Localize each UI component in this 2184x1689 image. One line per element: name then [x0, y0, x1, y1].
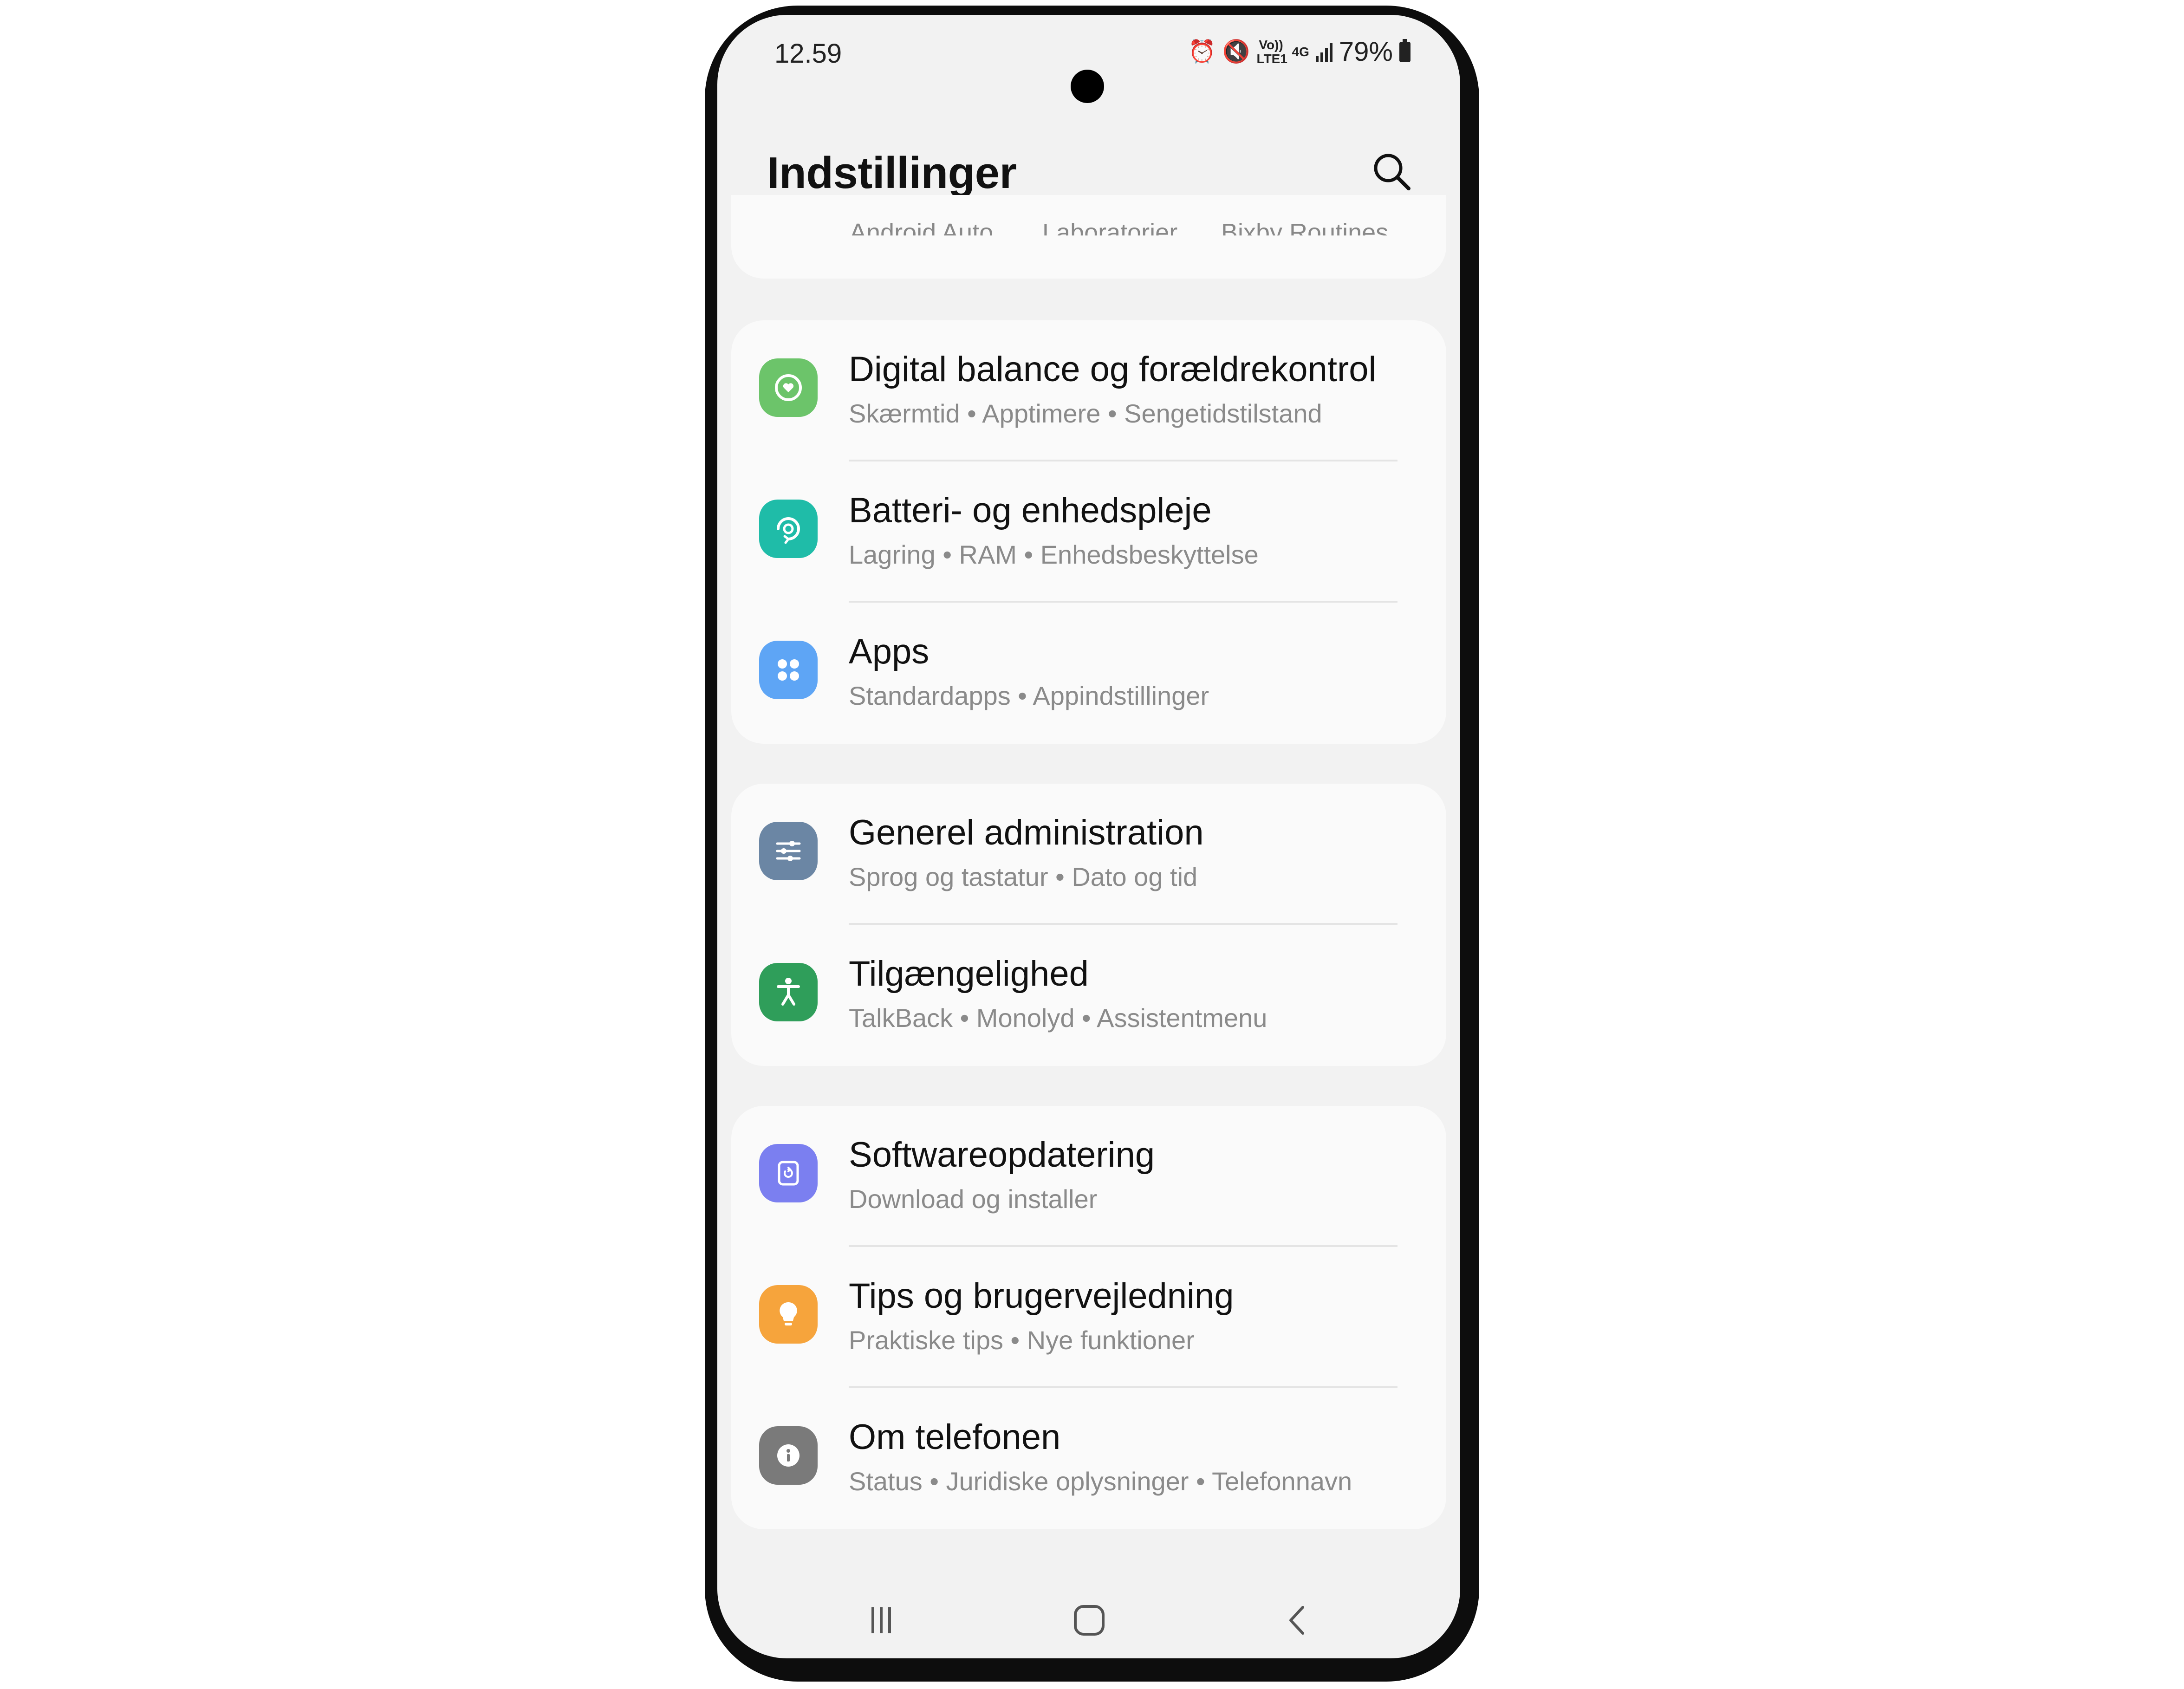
info-icon	[759, 1426, 818, 1485]
network-label: 4G	[1292, 44, 1309, 59]
status-time: 12.59	[774, 39, 842, 69]
previous-group-card	[731, 195, 1446, 279]
settings-item-accessibility[interactable]: Tilgængelighed TalkBack • Monolyd • Assi…	[731, 925, 1446, 1066]
item-subtitle: TalkBack • Monolyd • Assistentmenu	[849, 1003, 1268, 1033]
settings-group-2: Generel administration Sprog og tastatur…	[731, 784, 1446, 1066]
device-care-icon	[759, 500, 818, 558]
mute-icon: 🔇	[1222, 39, 1250, 64]
item-title: Om telefonen	[849, 1417, 1061, 1457]
settings-item-apps[interactable]: Apps Standardapps • Appindstillinger	[731, 603, 1446, 744]
search-button[interactable]	[1370, 149, 1414, 194]
item-subtitle: Standardapps • Appindstillinger	[849, 681, 1209, 710]
item-title: Tilgængelighed	[849, 954, 1089, 994]
item-subtitle: Skærmtid • Apptimere • Sengetidstilstand	[849, 399, 1322, 428]
item-title: Apps	[849, 632, 930, 671]
alarm-icon: ⏰	[1188, 39, 1216, 64]
battery-percent: 79%	[1339, 37, 1393, 67]
tips-lightbulb-icon	[759, 1285, 818, 1344]
accessibility-icon	[759, 963, 818, 1021]
home-button[interactable]	[1061, 1597, 1117, 1644]
item-subtitle: Lagring • RAM • Enhedsbeskyttelse	[849, 540, 1259, 569]
settings-item-general-management[interactable]: Generel administration Sprog og tastatur…	[731, 784, 1446, 925]
settings-group-1: Digital balance og forældrekontrol Skærm…	[731, 320, 1446, 744]
item-title: Tips og brugervejledning	[849, 1276, 1234, 1316]
general-management-icon	[759, 822, 818, 880]
settings-item-software-update[interactable]: Softwareopdatering Download og installer	[731, 1106, 1446, 1247]
search-icon	[1374, 154, 1410, 190]
item-title: Batteri- og enhedspleje	[849, 491, 1212, 530]
recents-icon	[871, 1607, 891, 1633]
apps-icon	[759, 641, 818, 699]
item-subtitle: Download og installer	[849, 1184, 1098, 1214]
page-title: Indstillinger	[767, 148, 1017, 198]
item-subtitle: Sprog og tastatur • Dato og tid	[849, 862, 1198, 891]
signal-icon	[1315, 42, 1332, 62]
digital-wellbeing-icon	[759, 358, 818, 417]
volte-label: Vo)) LTE1	[1256, 38, 1287, 66]
settings-item-digital-balance[interactable]: Digital balance og forældrekontrol Skærm…	[731, 320, 1446, 461]
back-icon	[1289, 1606, 1304, 1635]
home-icon	[1074, 1605, 1105, 1636]
recents-button[interactable]	[853, 1597, 909, 1644]
back-button[interactable]	[1270, 1597, 1326, 1644]
status-icons: ⏰ 🔇 Vo)) LTE1 4G 79%	[1188, 36, 1410, 67]
item-subtitle: Praktiske tips • Nye funktioner	[849, 1325, 1195, 1355]
item-title: Generel administration	[849, 813, 1204, 852]
item-title: Softwareopdatering	[849, 1135, 1155, 1175]
software-update-icon	[759, 1144, 818, 1202]
settings-item-tips[interactable]: Tips og brugervejledning Praktiske tips …	[731, 1247, 1446, 1388]
settings-item-about-phone[interactable]: Om telefonen Status • Juridiske oplysnin…	[731, 1388, 1446, 1529]
item-subtitle: Status • Juridiske oplysninger • Telefon…	[849, 1467, 1352, 1496]
stage: 12.59 ⏰ 🔇 Vo)) LTE1 4G 79% Indstillinger…	[0, 0, 2184, 1689]
settings-item-battery[interactable]: Batteri- og enhedspleje Lagring • RAM • …	[731, 461, 1446, 603]
settings-group-3: Softwareopdatering Download og installer…	[731, 1106, 1446, 1529]
front-camera	[1071, 70, 1104, 103]
item-title: Digital balance og forældrekontrol	[849, 350, 1377, 389]
battery-icon	[1399, 39, 1410, 62]
